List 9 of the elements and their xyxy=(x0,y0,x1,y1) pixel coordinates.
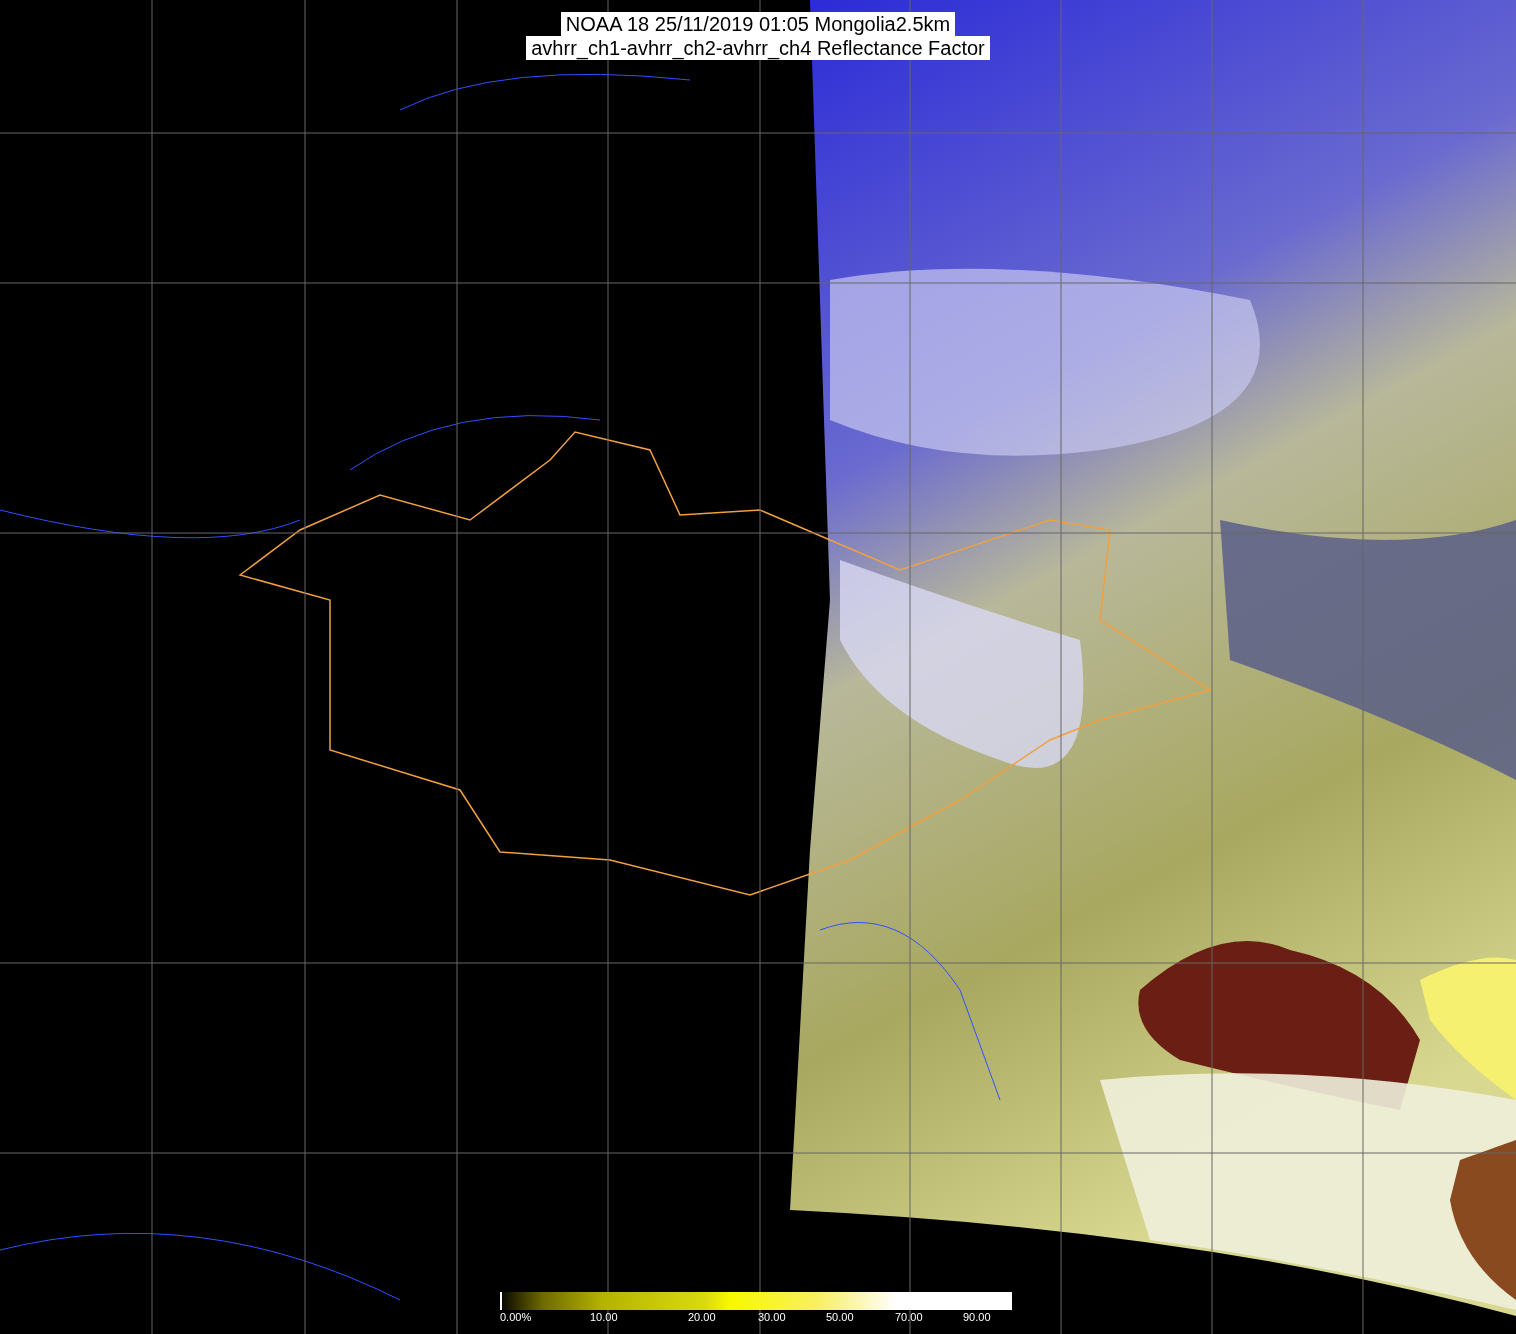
scale-label: 90.00 xyxy=(963,1310,991,1324)
scale-label: 70.00 xyxy=(895,1310,923,1324)
scale-label: 0.00% xyxy=(500,1310,532,1324)
scale-label: 20.00 xyxy=(688,1310,716,1324)
scale-label: 50.00 xyxy=(826,1310,854,1324)
map-title: NOAA 18 25/11/2019 01:05 Mongolia2.5km xyxy=(560,12,956,36)
map-subtitle: avhrr_ch1-avhrr_ch2-avhrr_ch4 Reflectance Factor xyxy=(526,36,990,60)
scale-label: 10.00 xyxy=(590,1310,618,1324)
scale-label: 30.00 xyxy=(758,1310,786,1324)
